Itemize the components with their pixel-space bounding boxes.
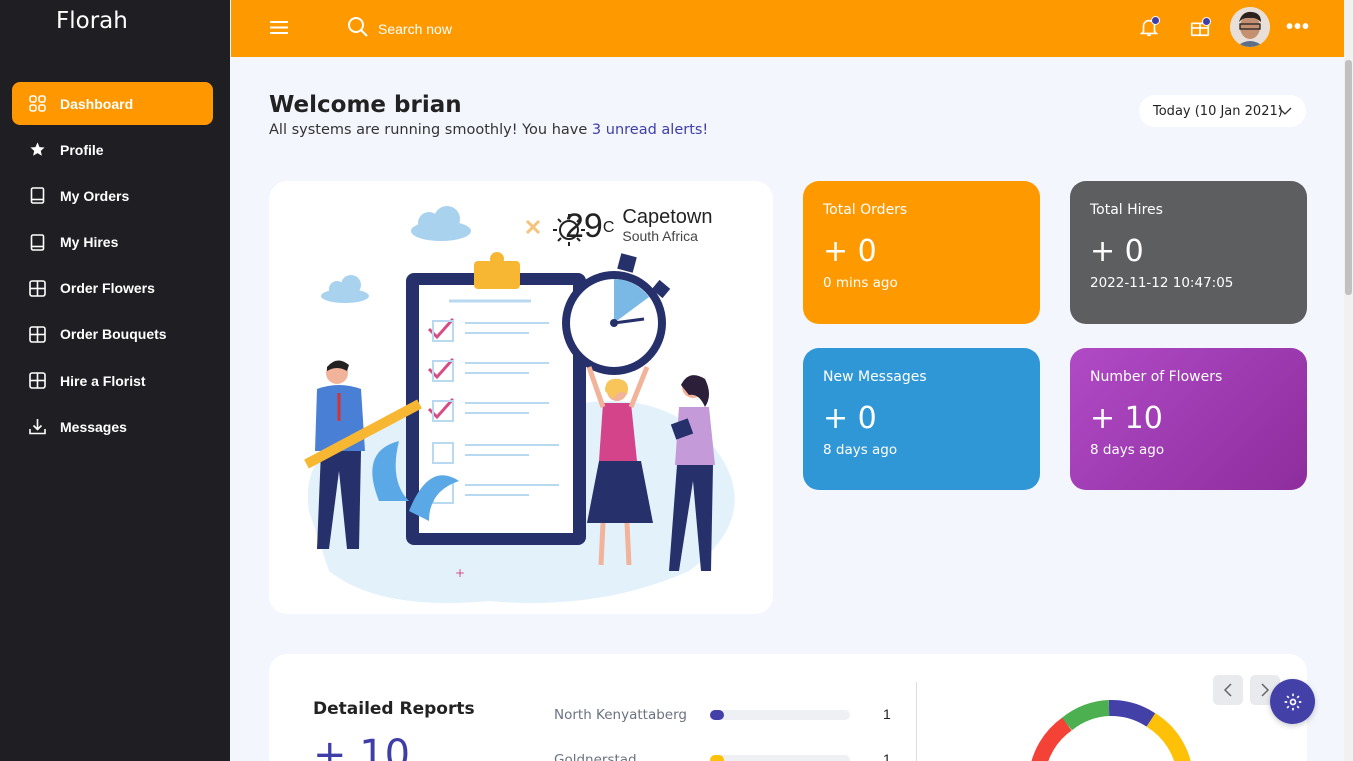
gift-icon[interactable] (1189, 16, 1211, 43)
reports-title: Detailed Reports (313, 699, 475, 719)
svg-text:+: + (455, 566, 465, 580)
report-row-label: North Kenyattaberg (554, 707, 687, 723)
report-progress-fill (710, 755, 724, 761)
report-row-value: 1 (883, 706, 891, 722)
welcome-text: All systems are running smoothly! You ha… (269, 122, 592, 138)
sidebar-item-my-hires[interactable]: My Hires (12, 221, 213, 264)
unread-alerts-link[interactable]: 3 unread alerts! (592, 122, 708, 138)
sidebar-item-label: Messages (60, 418, 127, 435)
table-icon (28, 279, 46, 297)
divider (916, 682, 917, 761)
sidebar-item-label: My Hires (60, 234, 119, 251)
sidebar-item-label: My Orders (60, 187, 130, 204)
notification-dot (1151, 16, 1160, 25)
stat-card-total-orders[interactable]: Total Orders + 0 0 mins ago (803, 181, 1040, 324)
stat-label: New Messages (823, 369, 927, 385)
welcome-section: Welcome brian All systems are running sm… (269, 92, 708, 138)
bell-icon[interactable] (1138, 16, 1160, 43)
report-progress-fill (710, 710, 724, 720)
table-icon (28, 372, 46, 390)
sidebar-item-label: Dashboard (60, 95, 134, 112)
sidebar-item-profile[interactable]: Profile (12, 128, 213, 171)
star-icon (28, 141, 46, 159)
prev-button[interactable] (1213, 675, 1243, 705)
welcome-message: All systems are running smoothly! You ha… (269, 122, 708, 138)
stat-label: Number of Flowers (1090, 369, 1223, 385)
more-icon[interactable]: ••• (1286, 16, 1310, 39)
weather-widget: 29C Capetown South Africa (521, 207, 712, 245)
task-illustration: + (304, 206, 735, 603)
avatar[interactable] (1230, 7, 1270, 47)
notification-dot (1202, 17, 1211, 26)
settings-button[interactable] (1270, 679, 1315, 724)
top-header: Search now ••• (231, 0, 1344, 57)
table-icon (28, 325, 46, 343)
report-row: Goldnerstad 1 (554, 750, 894, 761)
stat-label: Total Orders (823, 202, 908, 218)
stat-subtext: 0 mins ago (823, 275, 898, 291)
report-row: North Kenyattaberg 1 (554, 705, 894, 725)
reports-total: + 10 (313, 732, 411, 761)
stat-subtext: 2022-11-12 10:47:05 (1090, 275, 1234, 291)
chevron-left-icon (1223, 683, 1232, 697)
book-icon (28, 187, 46, 205)
scrollbar-thumb[interactable] (1345, 60, 1352, 295)
stat-value: + 0 (1090, 234, 1144, 269)
sidebar-item-label: Order Flowers (60, 280, 155, 297)
chevron-right-icon (1261, 683, 1270, 697)
search-icon (347, 16, 369, 41)
donut-chart (1031, 699, 1191, 761)
stat-value: + 0 (823, 401, 877, 436)
stat-value: + 0 (823, 234, 877, 269)
book-icon (28, 233, 46, 251)
sidebar-item-my-orders[interactable]: My Orders (12, 174, 213, 217)
stat-subtext: 8 days ago (823, 442, 898, 458)
sidebar-item-order-flowers[interactable]: Order Flowers (12, 267, 213, 310)
stat-label: Total Hires (1090, 202, 1163, 218)
stat-value: + 10 (1090, 401, 1163, 436)
grid-icon (28, 95, 46, 113)
report-row-value: 1 (883, 751, 891, 761)
city-name: Capetown (622, 206, 713, 228)
brand-logo[interactable]: Florah (56, 8, 128, 34)
download-icon (28, 418, 46, 436)
sidebar-item-order-bouquets[interactable]: Order Bouquets (12, 313, 213, 356)
menu-icon[interactable] (270, 20, 288, 40)
sidebar-item-messages[interactable]: Messages (12, 405, 213, 448)
detailed-reports-card: Detailed Reports + 10 North Kenyattaberg… (269, 654, 1307, 761)
illustration-card: + 29C Capetown South Africa (269, 181, 773, 614)
report-row-label: Goldnerstad (554, 752, 637, 761)
location: Capetown South Africa (622, 207, 712, 243)
gear-icon (1284, 693, 1301, 710)
temperature: 29C (565, 207, 614, 245)
search-input[interactable]: Search now (378, 21, 452, 37)
sidebar-item-label: Profile (60, 141, 104, 158)
stat-card-new-messages[interactable]: New Messages + 0 8 days ago (803, 348, 1040, 490)
temperature-value: 29 (565, 207, 603, 245)
sidebar-item-dashboard[interactable]: Dashboard (12, 82, 213, 125)
sidebar-item-label: Hire a Florist (60, 372, 146, 389)
search-bar[interactable]: Search now (347, 16, 452, 41)
report-progress-bar (710, 710, 850, 720)
country-name: South Africa (622, 228, 698, 244)
date-filter-dropdown[interactable]: Today (10 Jan 2021) (1139, 95, 1306, 127)
report-progress-bar (710, 755, 850, 761)
date-filter-label: Today (10 Jan 2021) (1153, 103, 1283, 119)
sidebar: Florah Dashboard Profile My Orders My Hi… (0, 0, 230, 761)
sidebar-nav: Dashboard Profile My Orders My Hires Ord… (12, 82, 213, 452)
scrollbar[interactable] (1344, 0, 1353, 761)
stat-subtext: 8 days ago (1090, 442, 1165, 458)
sidebar-item-label: Order Bouquets (60, 326, 167, 343)
chevron-down-icon (1278, 104, 1292, 122)
stat-card-total-hires[interactable]: Total Hires + 0 2022-11-12 10:47:05 (1070, 181, 1307, 324)
sidebar-item-hire-a-florist[interactable]: Hire a Florist (12, 359, 213, 402)
page-title: Welcome brian (269, 92, 462, 118)
stat-card-number-of-flowers[interactable]: Number of Flowers + 10 8 days ago (1070, 348, 1307, 490)
temperature-unit: C (602, 219, 615, 236)
